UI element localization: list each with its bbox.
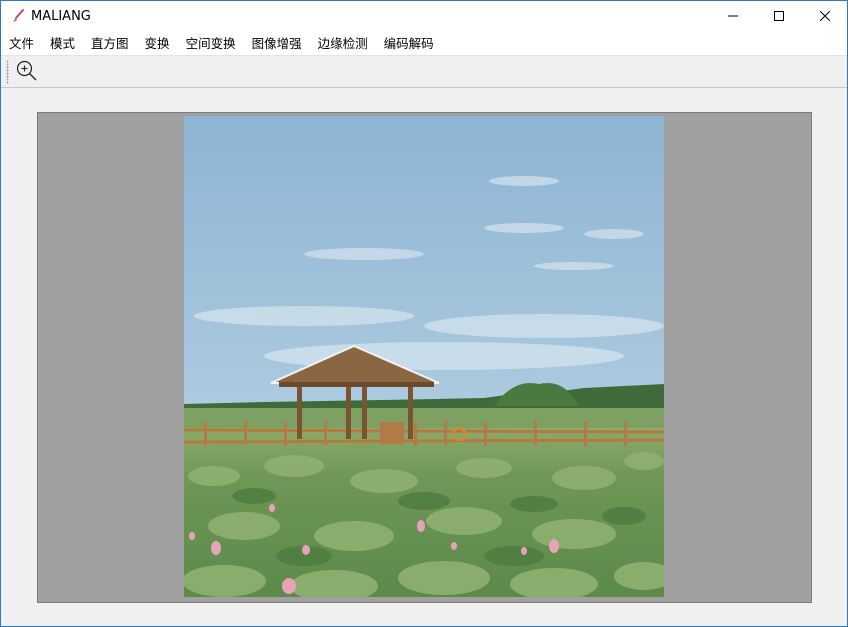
menu-edge-detection[interactable]: 边缘检测	[312, 33, 374, 54]
maximize-icon	[774, 10, 784, 24]
displayed-image	[184, 116, 664, 597]
toolbar	[1, 55, 847, 88]
menu-transform[interactable]: 变换	[139, 33, 176, 54]
zoom-in-icon	[15, 59, 39, 86]
maximize-button[interactable]	[756, 1, 802, 32]
menu-image-enhance[interactable]: 图像增强	[246, 33, 308, 54]
window-title: MALIANG	[31, 9, 91, 24]
menu-bar: 文件 模式 直方图 变换 空间变换 图像增强 边缘检测 编码解码	[1, 32, 847, 55]
minimize-button[interactable]	[710, 1, 756, 32]
menu-file[interactable]: 文件	[3, 33, 40, 54]
toolbar-grip[interactable]	[6, 60, 9, 84]
zoom-in-button[interactable]	[13, 59, 40, 86]
menu-spatial-transform[interactable]: 空间变换	[180, 33, 242, 54]
menu-histogram[interactable]: 直方图	[85, 33, 135, 54]
close-button[interactable]	[802, 1, 847, 32]
image-canvas[interactable]	[37, 112, 812, 603]
brush-icon	[10, 8, 26, 24]
title-bar[interactable]: MALIANG	[1, 1, 847, 32]
minimize-icon	[728, 10, 738, 24]
app-window: MALIANG 文件 模式 直方图 变换 空间变换 图像增强 边缘检测 编码解码	[0, 0, 848, 627]
menu-encode-decode[interactable]: 编码解码	[378, 33, 440, 54]
menu-mode[interactable]: 模式	[44, 33, 81, 54]
close-icon	[819, 10, 831, 24]
